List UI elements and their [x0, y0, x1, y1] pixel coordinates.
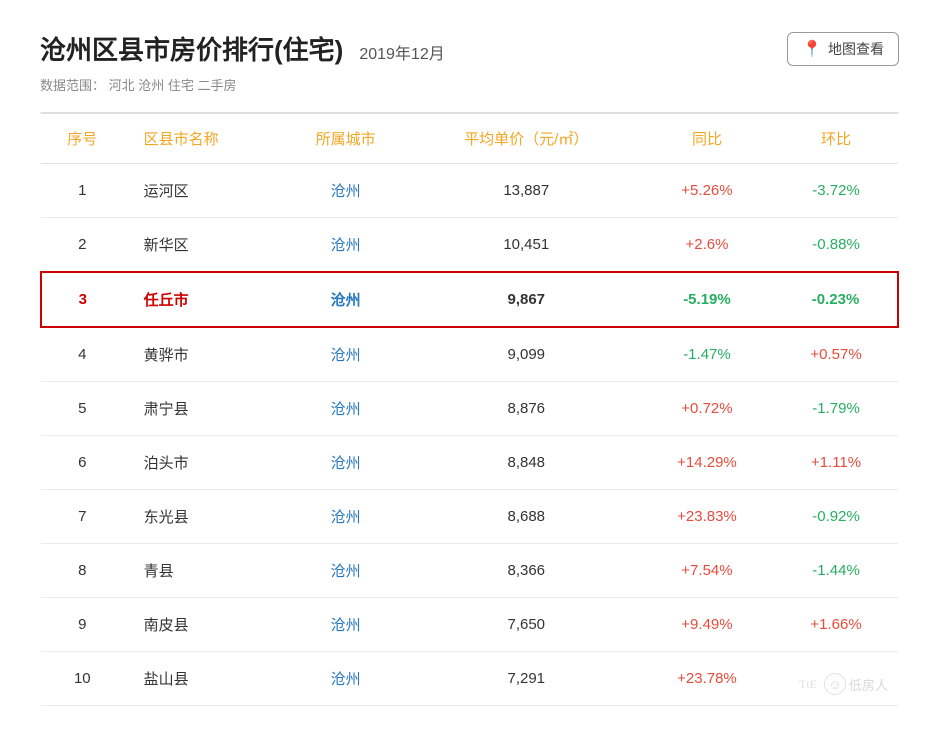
- table-row: 3任丘市沧州9,867-5.19%-0.23%: [41, 272, 898, 327]
- cell-price: 8,848: [413, 436, 640, 490]
- cell-rank: 5: [41, 382, 124, 436]
- cell-mom: -3.72%: [774, 164, 898, 218]
- date-label: 2019年12月: [359, 40, 444, 64]
- watermark-tte: TtE: [799, 677, 817, 692]
- data-range-label: 数据范围：: [40, 78, 105, 93]
- cell-price: 10,451: [413, 218, 640, 273]
- cell-name: 任丘市: [124, 272, 279, 327]
- cell-mom: -0.23%: [774, 272, 898, 327]
- cell-price: 7,650: [413, 598, 640, 652]
- table-row: 7东光县沧州8,688+23.83%-0.92%: [41, 490, 898, 544]
- cell-yoy: +14.29%: [640, 436, 774, 490]
- table-header-row: 序号 区县市名称 所属城市 平均单价（元/㎡） 同比 环比: [41, 114, 898, 164]
- col-name: 区县市名称: [124, 114, 279, 164]
- cell-price: 7,291: [413, 652, 640, 706]
- cell-name: 东光县: [124, 490, 279, 544]
- watermark-face-icon: ☺: [824, 673, 846, 695]
- table-row: 10盐山县沧州7,291+23.78% TtE ☺低房人: [41, 652, 898, 706]
- cell-mom: -1.79%: [774, 382, 898, 436]
- cell-yoy: +5.26%: [640, 164, 774, 218]
- col-mom: 环比: [774, 114, 898, 164]
- data-range-items: 河北 沧州 住宅 二手房: [109, 78, 237, 93]
- ranking-table: 序号 区县市名称 所属城市 平均单价（元/㎡） 同比 环比 1运河区沧州13,8…: [40, 113, 899, 706]
- col-rank: 序号: [41, 114, 124, 164]
- cell-name: 盐山县: [124, 652, 279, 706]
- table-row: 9南皮县沧州7,650+9.49%+1.66%: [41, 598, 898, 652]
- cell-rank: 3: [41, 272, 124, 327]
- table-row: 4黄骅市沧州9,099-1.47%+0.57%: [41, 327, 898, 382]
- map-icon: 📍: [802, 39, 822, 59]
- cell-city: 沧州: [278, 382, 412, 436]
- cell-mom: -1.44%: [774, 544, 898, 598]
- cell-name: 泊头市: [124, 436, 279, 490]
- cell-city: 沧州: [278, 544, 412, 598]
- cell-rank: 2: [41, 218, 124, 273]
- page-title: 沧州区县市房价排行(住宅): [40, 30, 343, 67]
- cell-yoy: +2.6%: [640, 218, 774, 273]
- cell-yoy: -1.47%: [640, 327, 774, 382]
- cell-name: 南皮县: [124, 598, 279, 652]
- cell-city: 沧州: [278, 272, 412, 327]
- cell-yoy: +23.78%: [640, 652, 774, 706]
- cell-yoy: +0.72%: [640, 382, 774, 436]
- cell-price: 9,099: [413, 327, 640, 382]
- col-city: 所属城市: [278, 114, 412, 164]
- data-range: 数据范围： 河北 沧州 住宅 二手房: [40, 75, 899, 94]
- cell-mom: +1.66%: [774, 598, 898, 652]
- cell-name: 青县: [124, 544, 279, 598]
- cell-yoy: +9.49%: [640, 598, 774, 652]
- cell-name: 新华区: [124, 218, 279, 273]
- cell-price: 8,876: [413, 382, 640, 436]
- cell-price: 9,867: [413, 272, 640, 327]
- table-row: 1运河区沧州13,887+5.26%-3.72%: [41, 164, 898, 218]
- cell-price: 8,366: [413, 544, 640, 598]
- page-header: 沧州区县市房价排行(住宅) 2019年12月 📍 地图查看: [40, 30, 899, 67]
- cell-rank: 1: [41, 164, 124, 218]
- col-yoy: 同比: [640, 114, 774, 164]
- cell-yoy: -5.19%: [640, 272, 774, 327]
- cell-rank: 9: [41, 598, 124, 652]
- cell-yoy: +23.83%: [640, 490, 774, 544]
- cell-mom: TtE ☺低房人: [774, 652, 898, 706]
- cell-name: 黄骅市: [124, 327, 279, 382]
- table-row: 2新华区沧州10,451+2.6%-0.88%: [41, 218, 898, 273]
- cell-rank: 10: [41, 652, 124, 706]
- cell-mom: +1.11%: [774, 436, 898, 490]
- cell-mom: -0.92%: [774, 490, 898, 544]
- watermark: TtE ☺低房人: [799, 673, 888, 695]
- cell-mom: -0.88%: [774, 218, 898, 273]
- table-row: 8青县沧州8,366+7.54%-1.44%: [41, 544, 898, 598]
- cell-rank: 4: [41, 327, 124, 382]
- cell-city: 沧州: [278, 598, 412, 652]
- cell-rank: 8: [41, 544, 124, 598]
- cell-yoy: +7.54%: [640, 544, 774, 598]
- cell-city: 沧州: [278, 164, 412, 218]
- cell-city: 沧州: [278, 327, 412, 382]
- cell-name: 运河区: [124, 164, 279, 218]
- cell-price: 13,887: [413, 164, 640, 218]
- table-row: 5肃宁县沧州8,876+0.72%-1.79%: [41, 382, 898, 436]
- table-row: 6泊头市沧州8,848+14.29%+1.11%: [41, 436, 898, 490]
- watermark-text: 低房人: [849, 675, 888, 694]
- cell-city: 沧州: [278, 218, 412, 273]
- cell-rank: 6: [41, 436, 124, 490]
- cell-price: 8,688: [413, 490, 640, 544]
- map-view-button[interactable]: 📍 地图查看: [787, 32, 899, 66]
- col-price: 平均单价（元/㎡）: [413, 114, 640, 164]
- cell-name: 肃宁县: [124, 382, 279, 436]
- cell-city: 沧州: [278, 490, 412, 544]
- title-group: 沧州区县市房价排行(住宅) 2019年12月: [40, 30, 445, 67]
- cell-city: 沧州: [278, 436, 412, 490]
- cell-mom: +0.57%: [774, 327, 898, 382]
- cell-city: 沧州: [278, 652, 412, 706]
- cell-rank: 7: [41, 490, 124, 544]
- map-button-label: 地图查看: [828, 39, 884, 59]
